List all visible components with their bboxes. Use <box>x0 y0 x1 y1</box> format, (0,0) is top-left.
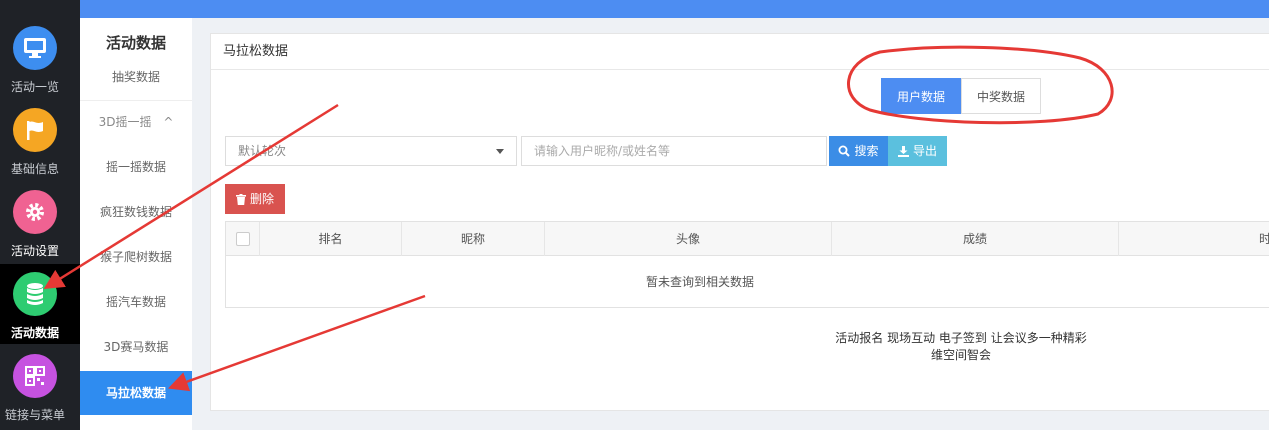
column-time-label: 时间 <box>1258 232 1269 246</box>
subnav-title: 活动数据 <box>105 34 166 52</box>
table-header: 排名 昵称 头像 成绩 时间 <box>226 222 1269 256</box>
monitor-icon <box>13 26 57 70</box>
select-all-checkbox[interactable] <box>236 232 250 246</box>
rail-item-label: 链接与菜单 <box>4 408 65 422</box>
column-avatar[interactable]: 头像 <box>545 222 832 256</box>
subnav-item-car-shake[interactable]: 摇汽车数据 <box>80 280 192 324</box>
subnav-group-3d-shake[interactable]: 3D摇一摇 ^ <box>80 100 192 144</box>
footer-line-1: 活动报名 现场互动 电子签到 让会议多一种精彩 <box>835 331 1087 345</box>
delete-button[interactable]: 删除 <box>225 184 285 214</box>
subnav-item-3d-horse[interactable]: 3D赛马数据 <box>80 325 192 369</box>
chevron-up-icon: ^ <box>163 115 174 129</box>
rail-item-basic-info[interactable]: 基础信息 <box>0 100 80 180</box>
subnav-item-money-count[interactable]: 疯狂数钱数据 <box>80 190 192 234</box>
delete-button-label: 删除 <box>249 192 274 206</box>
tab-user-data[interactable]: 用户数据 <box>881 78 962 114</box>
empty-state: 暂未查询到相关数据 <box>646 275 755 289</box>
column-nickname[interactable]: 昵称 <box>402 222 545 256</box>
subnav-group-label: 3D摇一摇 <box>98 115 152 129</box>
top-bar <box>80 0 1269 18</box>
export-button-label: 导出 <box>912 144 937 158</box>
search-button-label: 搜索 <box>854 144 879 158</box>
footer-slogan: 活动报名 现场互动 电子签到 让会议多一种精彩 维空间智会 <box>811 330 1111 364</box>
rail-item-settings[interactable]: 活动设置 <box>0 182 80 262</box>
rail-item-label: 活动设置 <box>10 244 59 258</box>
subnav-item-monkey-climb[interactable]: 猴子爬树数据 <box>80 235 192 279</box>
rail-item-data[interactable]: 活动数据 <box>0 264 80 344</box>
footer-line-2: 维空间智会 <box>930 348 991 362</box>
rail-item-label: 活动数据 <box>10 326 59 340</box>
select-all-cell <box>226 222 260 256</box>
rail-item-label: 活动一览 <box>10 80 59 94</box>
data-subnav: 活动数据 抽奖数据 3D摇一摇 ^ 摇一摇数据 疯狂数钱数据 猴子爬树数据 摇汽… <box>80 18 192 430</box>
qrcode-icon <box>13 354 57 398</box>
database-icon <box>13 272 57 316</box>
flag-icon <box>13 108 57 152</box>
subnav-item-lottery[interactable]: 抽奖数据 <box>80 55 192 99</box>
gear-icon <box>13 190 57 234</box>
round-select-value: 默认轮次 <box>238 144 287 158</box>
rail-item-label: 基础信息 <box>10 162 59 176</box>
column-score[interactable]: 成绩 <box>832 222 1119 256</box>
panel-title: 马拉松数据 <box>211 34 1269 70</box>
trash-icon <box>235 193 246 205</box>
tab-prize-data[interactable]: 中奖数据 <box>961 78 1042 114</box>
column-time[interactable]: 时间 <box>1119 222 1269 256</box>
caret-down-icon <box>496 149 504 154</box>
column-rank[interactable]: 排名 <box>260 222 402 256</box>
download-icon <box>897 145 909 157</box>
rail-item-links-menu[interactable]: 链接与菜单 <box>0 346 80 426</box>
search-input[interactable] <box>521 136 827 166</box>
search-icon <box>838 145 851 157</box>
subnav-item-marathon[interactable]: 马拉松数据 <box>80 371 192 415</box>
marathon-data-panel: 马拉松数据 用户数据 中奖数据 默认轮次 搜索 导出 删除 排名 昵称 头像 成… <box>210 33 1269 411</box>
round-select[interactable]: 默认轮次 <box>225 136 517 166</box>
main-nav-rail: 活动一览 基础信息 活动设置 活动数据 链接与菜单 <box>0 0 80 430</box>
search-button[interactable]: 搜索 <box>829 136 888 166</box>
data-table: 排名 昵称 头像 成绩 时间 暂未查询到相关数据 <box>225 221 1269 308</box>
subnav-item-shake[interactable]: 摇一摇数据 <box>80 145 192 189</box>
rail-item-overview[interactable]: 活动一览 <box>0 18 80 98</box>
export-button[interactable]: 导出 <box>888 136 947 166</box>
data-tabs: 用户数据 中奖数据 <box>881 78 1042 114</box>
